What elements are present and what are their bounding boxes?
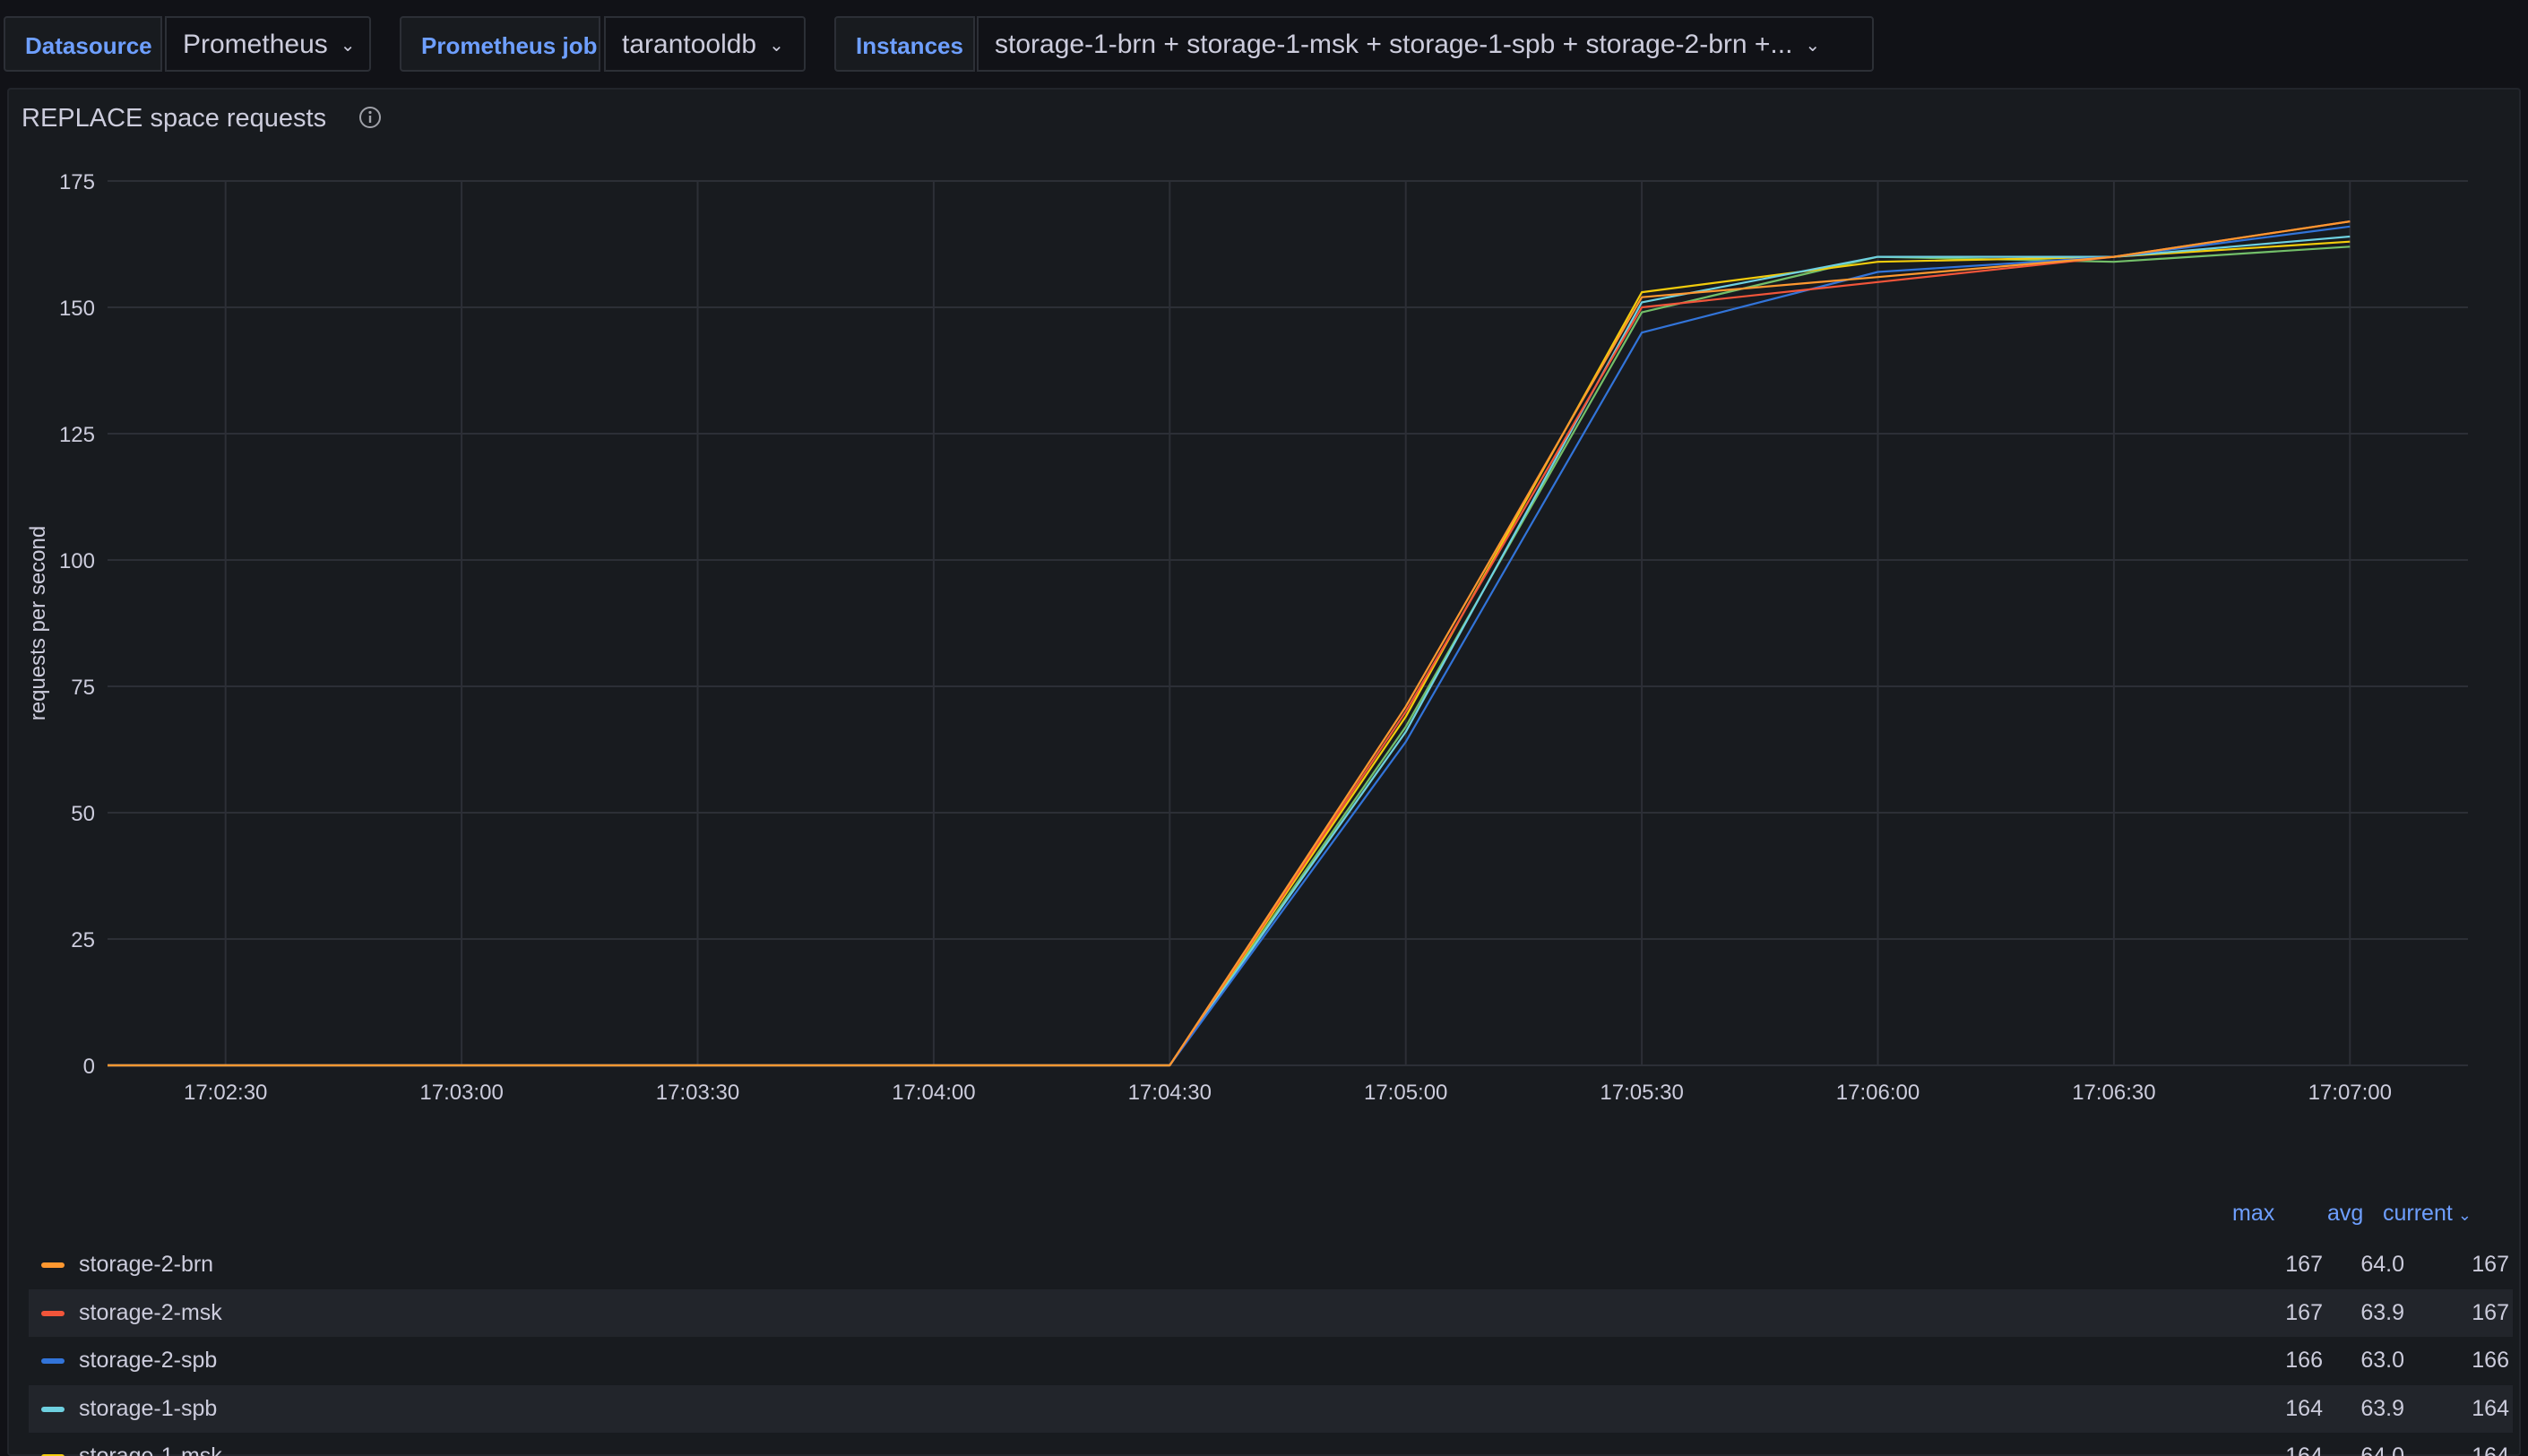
legend-color-swatch[interactable] xyxy=(41,1358,65,1365)
instances-label: Instances xyxy=(834,16,975,72)
legend-value-max: 167 xyxy=(2285,1299,2323,1325)
chevron-down-icon: ⌄ xyxy=(2457,1206,2472,1224)
legend-value-max: 166 xyxy=(2285,1348,2323,1374)
graph-panel: REPLACE space requests 0 25 50 75 100 125 150 1… xyxy=(7,88,2521,1456)
x-tick-label: 17:06:30 xyxy=(2072,1081,2155,1105)
legend-value-current: 167 xyxy=(2472,1252,2509,1277)
y-tick-label: 50 xyxy=(71,802,95,826)
legend-value-current: 167 xyxy=(2472,1299,2509,1325)
instances-select[interactable]: storage-1-brn + storage-1-msk + storage-… xyxy=(977,16,1874,72)
legend-row[interactable]: storage-2-spb 166 63.0 166 xyxy=(29,1337,2513,1384)
x-tick-label: 17:05:30 xyxy=(1600,1081,1683,1105)
chevron-down-icon: ⌄ xyxy=(340,36,356,56)
legend-series-name[interactable]: storage-1-msk xyxy=(79,1433,222,1456)
y-tick-label: 175 xyxy=(59,170,95,194)
legend-value-avg: 63.0 xyxy=(2360,1348,2404,1374)
series-line-storage-1-brn xyxy=(108,246,2351,1067)
prometheus-job-select[interactable]: tarantooldb ⌄ xyxy=(604,16,806,72)
series-line-storage-1-spb xyxy=(108,235,2351,1067)
legend-series-name[interactable]: storage-1-spb xyxy=(79,1385,217,1433)
legend-series-name[interactable]: storage-2-msk xyxy=(79,1289,222,1337)
legend-row[interactable]: storage-2-brn 167 64.0 167 xyxy=(29,1241,2513,1288)
y-tick-label: 75 xyxy=(71,676,95,700)
legend-value-current: 164 xyxy=(2420,1433,2509,1456)
chevron-down-icon: ⌄ xyxy=(1805,36,1821,56)
line-chart: 0 25 50 75 100 125 150 175 17:02:30 17:03:00 17:03… xyxy=(26,170,2468,1105)
y-axis-label: requests per second xyxy=(26,526,50,720)
legend-value-avg: 64.0 xyxy=(2360,1252,2404,1277)
variables-bar: Datasource Prometheus ⌄ Prometheus job ta… xyxy=(0,0,2528,88)
legend-color-swatch[interactable] xyxy=(41,1406,65,1412)
y-tick-label: 125 xyxy=(59,423,95,447)
legend-value-current: 166 xyxy=(2472,1348,2509,1374)
legend-value-avg: 64.0 xyxy=(2315,1433,2404,1456)
legend-value-avg: 63.9 xyxy=(2360,1395,2404,1421)
datasource-value: Prometheus xyxy=(183,30,328,59)
y-tick-label: 0 xyxy=(83,1055,95,1079)
legend-series-name[interactable]: storage-2-brn xyxy=(79,1241,213,1288)
x-tick-label: 17:03:30 xyxy=(656,1081,739,1105)
legend-value-max: 164 xyxy=(2285,1395,2323,1421)
legend-value-current: 164 xyxy=(2472,1395,2509,1421)
x-tick-label: 17:03:00 xyxy=(419,1081,503,1105)
legend-row[interactable]: storage-1-spb 164 63.9 164 xyxy=(29,1384,2513,1433)
dashboard: Datasource Prometheus ⌄ Prometheus job ta… xyxy=(0,0,2528,1456)
x-tick-label: 17:02:30 xyxy=(184,1081,267,1105)
x-tick-label: 17:04:00 xyxy=(892,1081,975,1105)
x-tick-label: 17:07:00 xyxy=(2308,1081,2392,1105)
chevron-down-icon: ⌄ xyxy=(769,36,784,56)
y-tick-label: 150 xyxy=(59,297,95,321)
datasource-select[interactable]: Prometheus ⌄ xyxy=(165,16,371,72)
x-tick-label: 17:05:00 xyxy=(1364,1081,1447,1105)
prometheus-job-label: Prometheus job xyxy=(400,16,600,72)
x-tick-label: 17:04:30 xyxy=(1128,1081,1212,1105)
datasource-label: Datasource xyxy=(4,16,162,72)
legend-value-avg: 63.9 xyxy=(2360,1299,2404,1325)
legend-row[interactable]: storage-2-msk 167 63.9 167 xyxy=(29,1288,2513,1337)
legend-color-swatch[interactable] xyxy=(41,1262,65,1268)
legend-col-max[interactable]: max xyxy=(2232,1201,2274,1227)
legend-color-swatch[interactable] xyxy=(41,1310,65,1316)
instances-value: storage-1-brn + storage-1-msk + storage-… xyxy=(995,30,1793,59)
x-tick-label: 17:06:00 xyxy=(1836,1081,1920,1105)
y-tick-label: 25 xyxy=(71,928,95,952)
legend-series-name[interactable]: storage-2-spb xyxy=(79,1337,217,1384)
y-tick-label: 100 xyxy=(59,549,95,573)
legend-row[interactable]: storage-1-msk16464.0164 xyxy=(29,1433,2513,1456)
legend-value-max: 164 xyxy=(2233,1433,2323,1456)
series-line-storage-1-msk xyxy=(108,240,2351,1067)
legend-col-current[interactable]: current ⌄ xyxy=(2383,1201,2472,1227)
legend-col-current-label: current xyxy=(2383,1201,2453,1226)
legend-value-max: 167 xyxy=(2285,1252,2323,1277)
prometheus-job-value: tarantooldb xyxy=(622,30,757,59)
legend-col-avg[interactable]: avg xyxy=(2327,1201,2363,1227)
